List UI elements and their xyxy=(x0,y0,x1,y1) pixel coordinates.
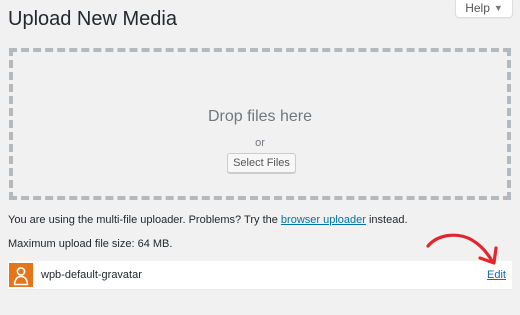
uploader-help-text: You are using the multi-file uploader. P… xyxy=(8,214,408,226)
help-label: Help xyxy=(465,1,490,15)
page-title: Upload New Media xyxy=(8,8,177,30)
select-files-button[interactable]: Select Files xyxy=(227,153,296,173)
annotation-arrow-icon xyxy=(426,233,498,265)
or-text: or xyxy=(255,137,265,149)
drop-zone[interactable]: Drop files here or Select Files xyxy=(9,48,511,200)
edit-file-link[interactable]: Edit xyxy=(487,269,506,281)
uploader-help-prefix: You are using the multi-file uploader. P… xyxy=(8,214,281,226)
max-upload-size: Maximum upload file size: 64 MB. xyxy=(8,238,173,250)
browser-uploader-link[interactable]: browser uploader xyxy=(281,214,366,226)
uploader-help-suffix: instead. xyxy=(365,214,408,226)
chevron-down-icon: ▼ xyxy=(493,2,503,13)
file-name: wpb-default-gravatar xyxy=(41,269,142,281)
drop-files-text: Drop files here xyxy=(207,108,313,125)
default-avatar-icon xyxy=(9,263,33,287)
help-tab-button[interactable]: Help ▼ xyxy=(455,0,513,18)
